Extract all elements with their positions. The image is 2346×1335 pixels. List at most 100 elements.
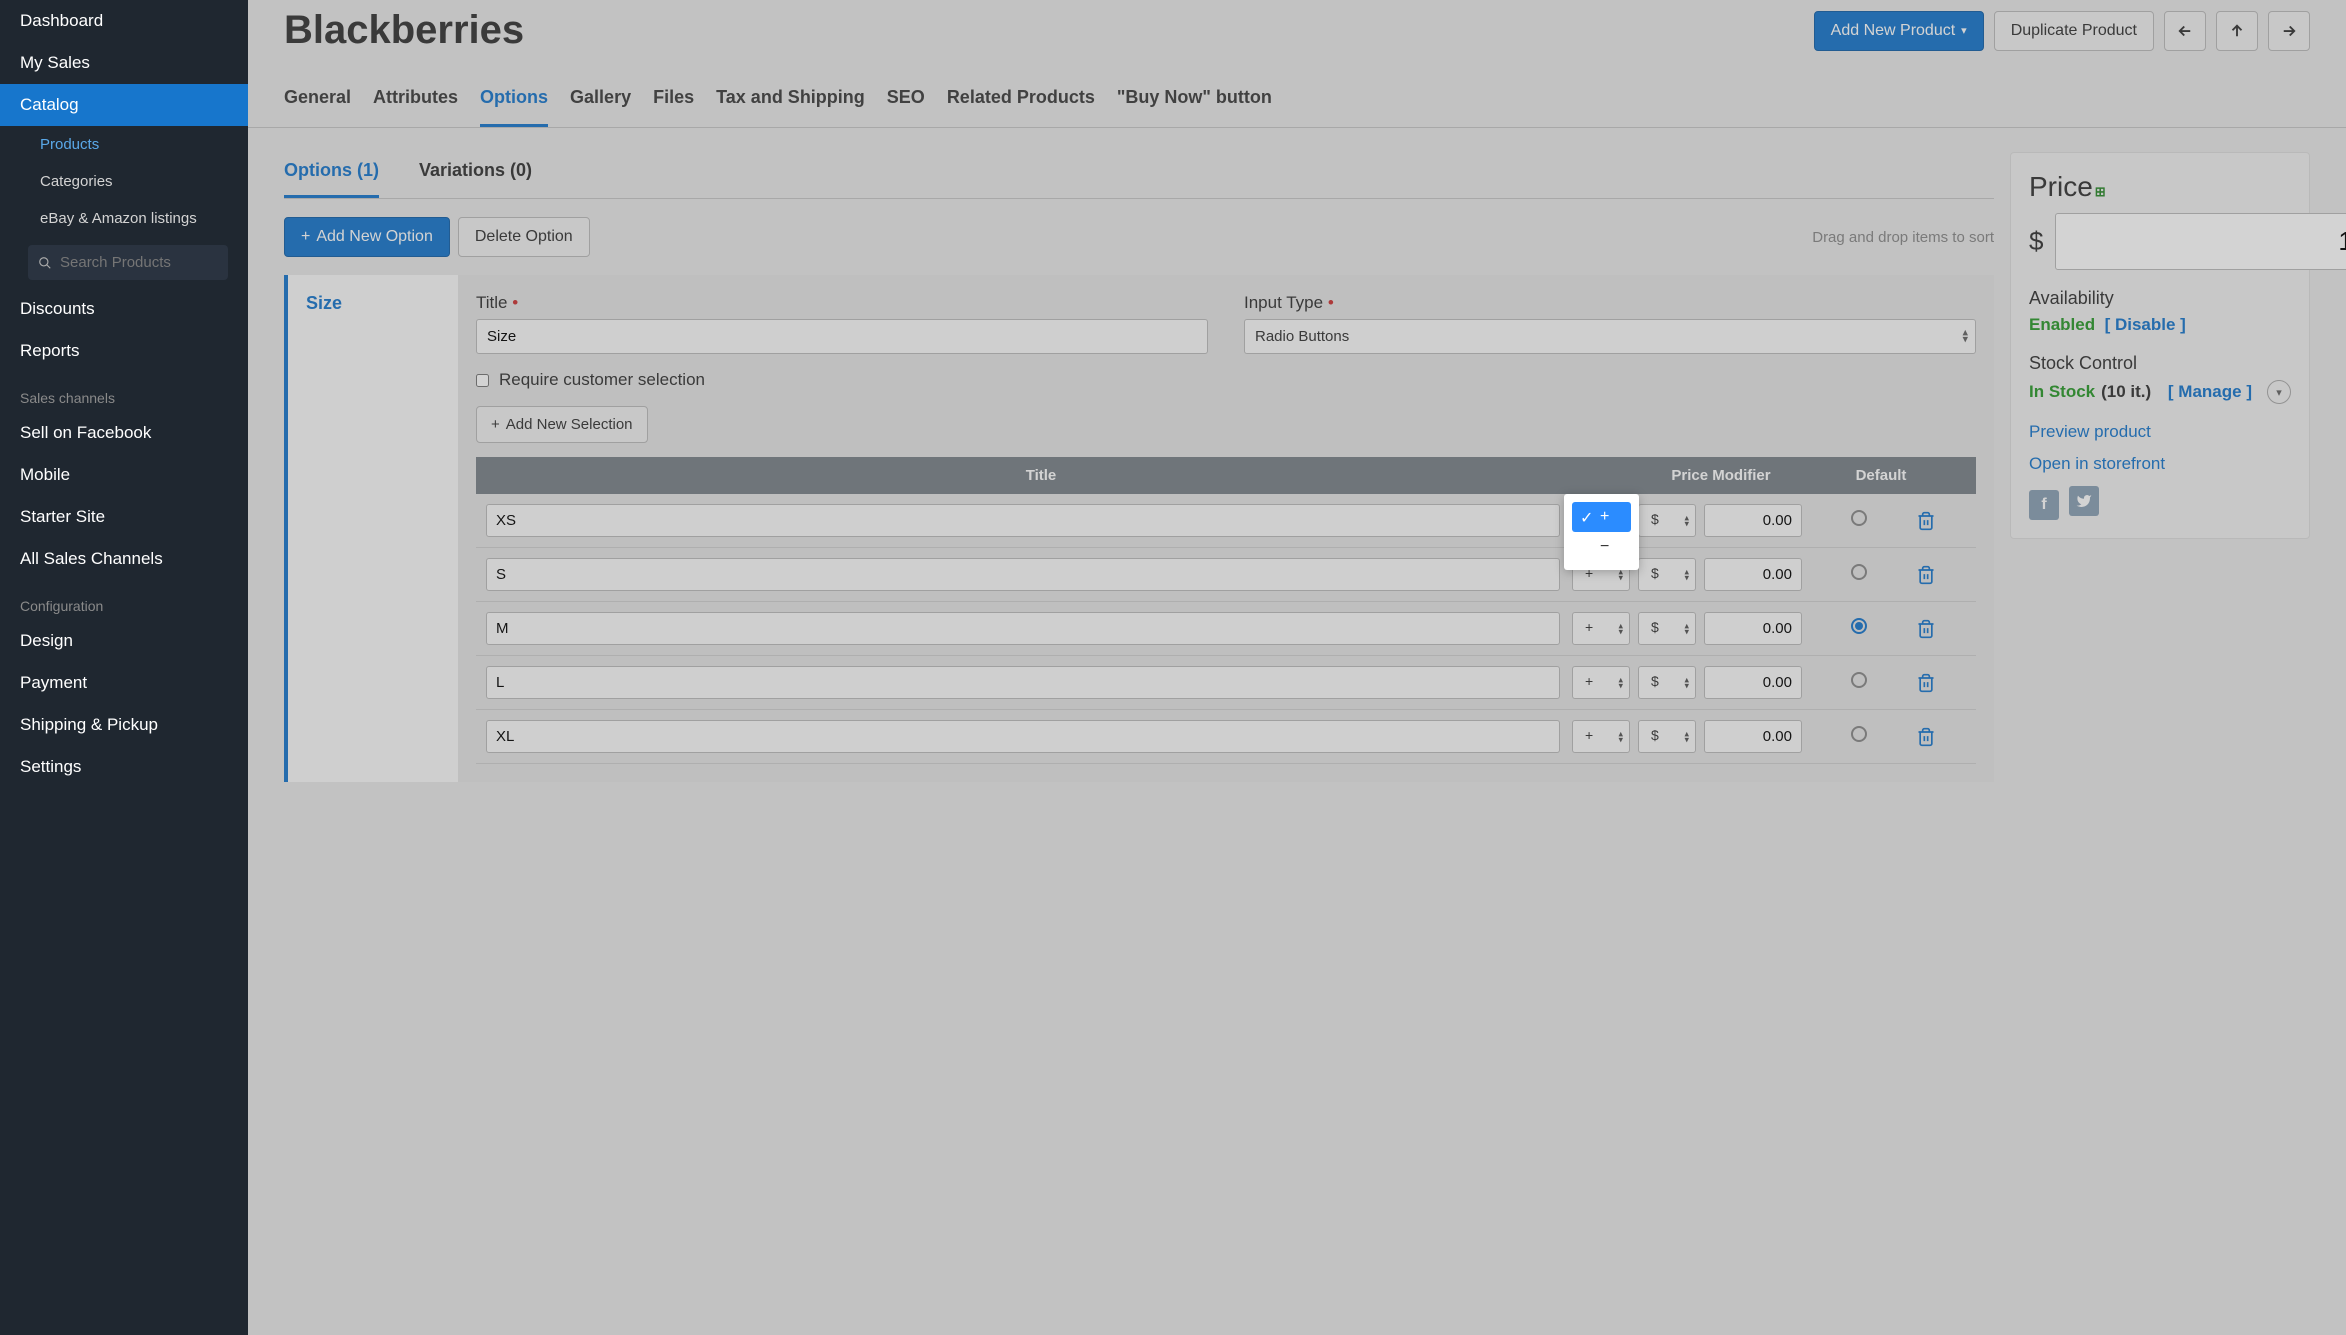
tab-tax-shipping[interactable]: Tax and Shipping bbox=[716, 77, 865, 127]
selection-title-input[interactable] bbox=[486, 504, 1560, 537]
tab-general[interactable]: General bbox=[284, 77, 351, 127]
manage-stock-link[interactable]: [ Manage ] bbox=[2168, 382, 2252, 402]
main: Blackberries Add New Product ▾ Duplicate… bbox=[248, 0, 2346, 1335]
modifier-value-input[interactable] bbox=[1704, 504, 1802, 537]
twitter-share-button[interactable] bbox=[2069, 486, 2099, 516]
add-new-option-button[interactable]: + Add New Option bbox=[284, 217, 450, 257]
trash-icon[interactable] bbox=[1916, 673, 1966, 693]
price-label: Price bbox=[2029, 171, 2093, 203]
unit-select[interactable]: $▴▾ bbox=[1638, 666, 1696, 699]
title-label: Title • bbox=[476, 293, 1208, 313]
sidebar-item-my-sales[interactable]: My Sales bbox=[0, 42, 248, 84]
delete-option-button[interactable]: Delete Option bbox=[458, 217, 590, 257]
trash-icon[interactable] bbox=[1916, 727, 1966, 747]
sidebar-item-catalog[interactable]: Catalog bbox=[0, 84, 248, 126]
require-selection-label: Require customer selection bbox=[499, 370, 705, 390]
option-side-title[interactable]: Size bbox=[306, 293, 440, 314]
selection-title-input[interactable] bbox=[486, 558, 1560, 591]
disable-link[interactable]: [ Disable ] bbox=[2105, 315, 2186, 334]
sidebar-item-payment[interactable]: Payment bbox=[0, 662, 248, 704]
sidebar-item-shipping[interactable]: Shipping & Pickup bbox=[0, 704, 248, 746]
modifier-value-input[interactable] bbox=[1704, 612, 1802, 645]
sign-select[interactable]: +▴▾ bbox=[1572, 666, 1630, 699]
tab-seo[interactable]: SEO bbox=[887, 77, 925, 127]
open-storefront-link[interactable]: Open in storefront bbox=[2029, 454, 2291, 474]
selection-table-head: Title Price Modifier Default bbox=[476, 457, 1976, 494]
arrow-left-icon bbox=[2176, 22, 2194, 40]
default-radio[interactable] bbox=[1851, 672, 1867, 688]
back-button[interactable] bbox=[2164, 11, 2206, 51]
subtab-options[interactable]: Options (1) bbox=[284, 152, 379, 198]
sidebar-search[interactable] bbox=[28, 245, 228, 280]
arrow-up-icon bbox=[2228, 22, 2246, 40]
caret-icon: ▴▾ bbox=[1618, 730, 1623, 743]
tab-options[interactable]: Options bbox=[480, 77, 548, 127]
stock-label: Stock Control bbox=[2029, 353, 2291, 374]
dropdown-option-plus[interactable]: + bbox=[1572, 502, 1631, 532]
forward-button[interactable] bbox=[2268, 11, 2310, 51]
up-button[interactable] bbox=[2216, 11, 2258, 51]
sidebar-sub-products[interactable]: Products bbox=[0, 126, 248, 163]
plus-badge-icon[interactable]: ⊞ bbox=[2095, 184, 2106, 200]
unit-select[interactable]: $▴▾ bbox=[1638, 558, 1696, 591]
stock-count: (10 it.) bbox=[2101, 382, 2151, 402]
sidebar-item-starter-site[interactable]: Starter Site bbox=[0, 496, 248, 538]
selection-row: +▴▾$▴▾ bbox=[476, 656, 1976, 710]
require-selection-checkbox[interactable] bbox=[476, 374, 489, 387]
tab-buy-now[interactable]: "Buy Now" button bbox=[1117, 77, 1272, 127]
sidebar-item-settings[interactable]: Settings bbox=[0, 746, 248, 788]
input-type-select[interactable]: Radio Buttons bbox=[1244, 319, 1976, 354]
sidebar-item-design[interactable]: Design bbox=[0, 620, 248, 662]
sidebar-item-mobile[interactable]: Mobile bbox=[0, 454, 248, 496]
tab-related[interactable]: Related Products bbox=[947, 77, 1095, 127]
trash-icon[interactable] bbox=[1916, 565, 1966, 585]
caret-icon: ▴▾ bbox=[1618, 568, 1623, 581]
sort-hint: Drag and drop items to sort bbox=[1812, 229, 1994, 246]
unit-select[interactable]: $▴▾ bbox=[1638, 504, 1696, 537]
sidebar-item-reports[interactable]: Reports bbox=[0, 330, 248, 372]
selection-row: +▴▾$▴▾ bbox=[476, 710, 1976, 764]
sidebar-item-facebook[interactable]: Sell on Facebook bbox=[0, 412, 248, 454]
subtab-variations[interactable]: Variations (0) bbox=[419, 152, 532, 198]
duplicate-product-button[interactable]: Duplicate Product bbox=[1994, 11, 2154, 51]
modifier-value-input[interactable] bbox=[1704, 558, 1802, 591]
sidebar-item-dashboard[interactable]: Dashboard bbox=[0, 0, 248, 42]
price-input[interactable] bbox=[2055, 213, 2346, 270]
default-radio[interactable] bbox=[1851, 564, 1867, 580]
sign-select[interactable]: +▴▾ bbox=[1572, 612, 1630, 645]
unit-select[interactable]: $▴▾ bbox=[1638, 612, 1696, 645]
tab-files[interactable]: Files bbox=[653, 77, 694, 127]
title-input[interactable] bbox=[476, 319, 1208, 354]
sidebar-sub-categories[interactable]: Categories bbox=[0, 163, 248, 200]
search-icon bbox=[38, 256, 52, 270]
selection-title-input[interactable] bbox=[486, 720, 1560, 753]
default-radio[interactable] bbox=[1851, 510, 1867, 526]
sign-select[interactable]: +▴▾ bbox=[1572, 720, 1630, 753]
preview-product-link[interactable]: Preview product bbox=[2029, 422, 2291, 442]
stock-status: In Stock bbox=[2029, 382, 2095, 402]
default-radio[interactable] bbox=[1851, 618, 1867, 634]
selection-title-input[interactable] bbox=[486, 612, 1560, 645]
search-input[interactable] bbox=[60, 254, 218, 271]
sidebar-item-discounts[interactable]: Discounts bbox=[0, 288, 248, 330]
sidebar-sub-ebay-amazon[interactable]: eBay & Amazon listings bbox=[0, 200, 248, 237]
expand-stock-button[interactable]: ▾ bbox=[2267, 380, 2291, 404]
selection-title-input[interactable] bbox=[486, 666, 1560, 699]
unit-select[interactable]: $▴▾ bbox=[1638, 720, 1696, 753]
sign-dropdown[interactable]: + − bbox=[1564, 494, 1639, 570]
sidebar-item-all-channels[interactable]: All Sales Channels bbox=[0, 538, 248, 580]
trash-icon[interactable] bbox=[1916, 511, 1966, 531]
col-title: Title bbox=[476, 457, 1606, 494]
tab-gallery[interactable]: Gallery bbox=[570, 77, 631, 127]
add-new-product-button[interactable]: Add New Product ▾ bbox=[1814, 11, 1984, 51]
modifier-value-input[interactable] bbox=[1704, 720, 1802, 753]
facebook-share-button[interactable]: f bbox=[2029, 490, 2059, 520]
dropdown-option-minus[interactable]: − bbox=[1572, 532, 1631, 562]
tab-attributes[interactable]: Attributes bbox=[373, 77, 458, 127]
trash-icon[interactable] bbox=[1916, 619, 1966, 639]
add-new-selection-button[interactable]: + Add New Selection bbox=[476, 406, 648, 443]
modifier-value-input[interactable] bbox=[1704, 666, 1802, 699]
default-radio[interactable] bbox=[1851, 726, 1867, 742]
availability-status: Enabled bbox=[2029, 315, 2095, 334]
option-box: Size Title • Input Type • Radio Butt bbox=[284, 275, 1994, 782]
